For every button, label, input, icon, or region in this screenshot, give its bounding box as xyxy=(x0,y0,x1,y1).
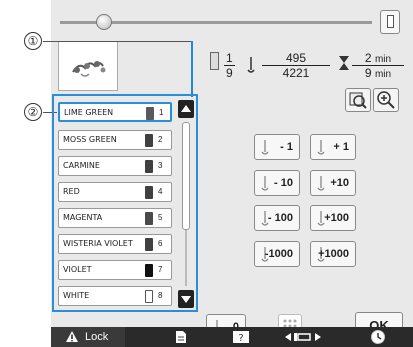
needle-icon xyxy=(261,140,269,155)
stitch-current: 495 xyxy=(262,51,330,66)
time-unit: min xyxy=(374,69,392,80)
step-label: -1000 xyxy=(264,248,293,260)
step-label: +100 xyxy=(324,212,349,224)
lock-button[interactable]: Lock xyxy=(51,327,125,347)
thread-color-swatch xyxy=(145,160,153,173)
arrow-up-icon xyxy=(181,105,191,112)
time-counter: 2 min 9 min xyxy=(352,51,404,80)
thread-name: LIME GREEN xyxy=(64,108,114,117)
thread-name: MAGENTA xyxy=(63,213,103,222)
preview-button[interactable] xyxy=(345,88,371,112)
clock-icon[interactable] xyxy=(370,329,386,345)
thread-name: WISTERIA VIOLET xyxy=(63,239,133,248)
callout-2-label: ② xyxy=(24,103,42,121)
thread-number: 4 xyxy=(158,187,163,196)
thread-counter: 1 9 xyxy=(224,51,235,80)
step-back-1000-button[interactable]: -1000 xyxy=(254,241,300,267)
floral-pattern-icon xyxy=(72,61,106,77)
thread-current: 1 xyxy=(224,51,235,66)
callout-1-label: ① xyxy=(24,32,42,50)
callout-1-pointer xyxy=(191,41,193,97)
scroll-thumb[interactable] xyxy=(182,122,190,230)
thread-number: 7 xyxy=(158,265,163,274)
thread-number: 1 xyxy=(159,108,164,117)
thread-color-swatch xyxy=(146,107,154,120)
spool-icon xyxy=(387,15,394,28)
thread-color-swatch xyxy=(145,134,153,147)
time-current: 2 xyxy=(364,51,372,65)
scroll-up-button[interactable] xyxy=(178,100,194,118)
progress-slider[interactable] xyxy=(60,14,372,30)
step-label: - 10 xyxy=(274,177,293,189)
thread-number: 3 xyxy=(158,161,163,170)
thread-color-swatch xyxy=(145,186,153,199)
thread-row-1[interactable]: LIME GREEN 1 xyxy=(58,102,172,122)
step-label: +1000 xyxy=(318,248,349,260)
thread-color-swatch xyxy=(145,264,153,277)
thread-list-scrollbar[interactable] xyxy=(178,100,194,310)
pattern-preview xyxy=(58,41,118,91)
thread-name: MOSS GREEN xyxy=(63,135,117,144)
step-label: - 100 xyxy=(267,212,293,224)
svg-text:?: ? xyxy=(238,333,243,344)
zoom-in-icon xyxy=(377,91,395,109)
step-forward-1000-button[interactable]: +1000 xyxy=(310,241,356,267)
document-icon[interactable] xyxy=(175,330,187,344)
thread-row-3[interactable]: CARMINE 3 xyxy=(58,156,172,176)
step-label: + 1 xyxy=(333,141,349,153)
callout-1-leader xyxy=(43,41,191,42)
stitch-total: 4221 xyxy=(282,66,310,80)
step-forward-100-button[interactable]: +100 xyxy=(310,205,356,231)
step-back-10-button[interactable]: - 10 xyxy=(254,170,300,196)
step-forward-10-button[interactable]: +10 xyxy=(310,170,356,196)
thread-row-2[interactable]: MOSS GREEN 2 xyxy=(58,130,172,150)
thread-color-swatch xyxy=(145,290,153,303)
needle-icon xyxy=(317,176,325,191)
step-back-1-button[interactable]: - 1 xyxy=(254,134,300,160)
needle-icon xyxy=(261,176,269,191)
needle-icon xyxy=(317,140,325,155)
thread-name: RED xyxy=(63,187,80,196)
time-total: 9 xyxy=(364,66,372,80)
step-label: - 1 xyxy=(280,141,293,153)
thread-number: 8 xyxy=(158,291,163,300)
thread-number: 2 xyxy=(158,135,163,144)
thread-name: CARMINE xyxy=(63,161,100,170)
thread-number: 6 xyxy=(158,239,163,248)
lock-label: Lock xyxy=(85,331,109,343)
help-icon[interactable]: ? xyxy=(232,330,250,344)
thread-row-5[interactable]: MAGENTA 5 xyxy=(58,208,172,228)
thread-row-7[interactable]: VIOLET 7 xyxy=(58,260,172,280)
stitch-counter: 495 4221 xyxy=(262,51,330,80)
needle-icon xyxy=(247,57,255,73)
thread-number: 5 xyxy=(158,213,163,222)
thread-name: WHITE xyxy=(63,291,90,300)
step-back-100-button[interactable]: - 100 xyxy=(254,205,300,231)
thread-spool-icon xyxy=(210,52,219,70)
slider-handle[interactable] xyxy=(96,14,112,30)
thread-color-swatch xyxy=(145,238,153,251)
scroll-down-button[interactable] xyxy=(178,290,194,308)
arrow-down-icon xyxy=(181,296,191,303)
thread-spool-button[interactable] xyxy=(380,10,400,34)
step-label: +10 xyxy=(330,177,349,189)
thread-row-8[interactable]: WHITE 8 xyxy=(58,286,172,306)
time-unit: min xyxy=(374,54,392,65)
thread-row-6[interactable]: WISTERIA VIOLET 6 xyxy=(58,234,172,254)
thread-color-swatch xyxy=(145,212,153,225)
warning-icon xyxy=(66,331,78,342)
step-forward-1-button[interactable]: + 1 xyxy=(310,134,356,160)
zoom-button[interactable] xyxy=(373,88,399,112)
preview-search-icon xyxy=(349,92,367,109)
hourglass-icon xyxy=(339,56,349,70)
thread-row-4[interactable]: RED 4 xyxy=(58,182,172,202)
thread-name: VIOLET xyxy=(63,265,92,274)
thread-total: 9 xyxy=(226,66,233,80)
frame-move-icon[interactable] xyxy=(283,330,323,344)
